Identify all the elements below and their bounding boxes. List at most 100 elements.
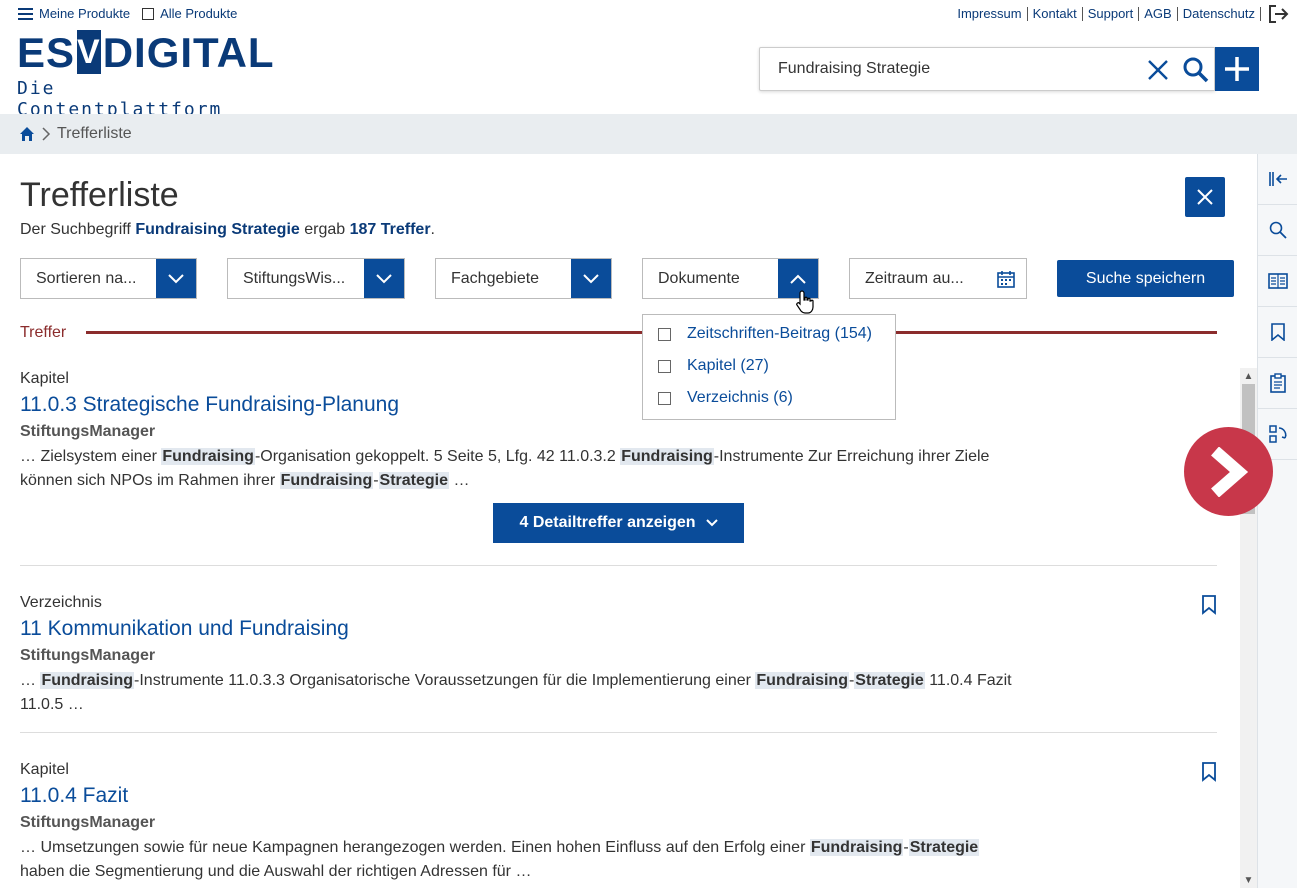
documents-dropdown: Zeitschriften-Beitrag (154) Kapitel (27)… bbox=[642, 314, 896, 420]
result-snippet: … Fundraising-Instrumente 11.0.3.3 Organ… bbox=[20, 669, 1020, 717]
esv-digital-logo[interactable]: ES V DIGITAL Die Contentplattform bbox=[17, 28, 274, 120]
hand-cursor-icon bbox=[796, 290, 814, 314]
search-icon bbox=[1269, 221, 1287, 239]
snippet-highlight: Fundraising bbox=[161, 448, 255, 465]
subject-select[interactable]: Fachgebiete bbox=[435, 258, 612, 299]
bookmark-icon[interactable] bbox=[1201, 595, 1217, 615]
snippet-text: - bbox=[373, 472, 379, 489]
chevron-up-icon bbox=[790, 274, 806, 284]
result-title-link[interactable]: 11.0.4 Fazit bbox=[20, 784, 1217, 808]
option-label: Kapitel (27) bbox=[687, 357, 769, 374]
all-products-toggle[interactable]: Alle Produkte bbox=[142, 6, 237, 21]
dropdown-option-verzeichnis[interactable]: Verzeichnis (6) bbox=[658, 389, 793, 407]
bookmark-icon[interactable] bbox=[1201, 762, 1217, 782]
agb-link[interactable]: AGB bbox=[1139, 7, 1178, 21]
checkbox-icon[interactable] bbox=[142, 7, 155, 20]
snippet-text: … Zielsystem einer bbox=[20, 448, 162, 465]
kontakt-link[interactable]: Kontakt bbox=[1028, 7, 1083, 21]
result-title-link[interactable]: 11.0.3 Strategische Fundraising-Planung bbox=[20, 393, 1217, 417]
search-value[interactable]: Fundraising Strategie bbox=[778, 60, 930, 78]
summary-middle: ergab bbox=[299, 221, 350, 238]
save-search-button[interactable]: Suche speichern bbox=[1057, 260, 1234, 297]
logo-v: V bbox=[77, 30, 101, 74]
my-products-label: Meine Produkte bbox=[39, 6, 131, 21]
plus-icon bbox=[1225, 57, 1249, 81]
summary-term: Fundraising Strategie bbox=[135, 221, 300, 238]
sidebar-bookmarks-button[interactable] bbox=[1258, 307, 1297, 358]
snippet-highlight: Strategie bbox=[854, 672, 925, 689]
sort-select-value: Sortieren na... bbox=[36, 269, 137, 287]
datenschutz-link[interactable]: Datenschutz bbox=[1178, 7, 1261, 21]
collapse-left-icon bbox=[1269, 172, 1287, 186]
snippet-highlight: Fundraising bbox=[40, 672, 135, 689]
book-icon bbox=[1268, 273, 1288, 289]
snippet-text: haben die Segmentierung und die Auswahl … bbox=[20, 863, 532, 880]
sort-toggle[interactable] bbox=[156, 259, 196, 298]
breadcrumb: Trefferliste bbox=[0, 114, 1297, 154]
summary-count: 187 Treffer bbox=[349, 221, 431, 238]
snippet-text: … Umsetzungen sowie für neue Kampagnen h… bbox=[20, 839, 810, 856]
logo-es: ES bbox=[17, 29, 76, 76]
product-select-value: StiftungsWis... bbox=[243, 269, 346, 287]
checkbox-icon[interactable] bbox=[658, 391, 671, 405]
page-title: Trefferliste bbox=[20, 176, 179, 214]
documents-select[interactable]: Dokumente bbox=[642, 258, 819, 299]
result-type: Kapitel bbox=[20, 370, 69, 387]
home-icon[interactable] bbox=[19, 126, 35, 142]
result-title-link[interactable]: 11 Kommunikation und Fundraising bbox=[20, 617, 1217, 641]
subject-toggle[interactable] bbox=[571, 259, 611, 298]
period-select[interactable]: Zeitraum au... bbox=[849, 258, 1027, 299]
result-type: Verzeichnis bbox=[20, 594, 102, 611]
footer-links: Impressum Kontakt Support AGB Datenschut… bbox=[952, 4, 1289, 24]
scroll-up-icon[interactable]: ▲ bbox=[1240, 368, 1257, 384]
calendar-button[interactable] bbox=[986, 270, 1026, 288]
collapse-panel-button[interactable] bbox=[1258, 154, 1297, 205]
chevron-down-icon bbox=[376, 273, 392, 283]
result-snippet: … Umsetzungen sowie für neue Kampagnen h… bbox=[20, 836, 1020, 884]
impressum-link[interactable]: Impressum bbox=[952, 7, 1028, 21]
scroll-down-icon[interactable]: ▼ bbox=[1240, 872, 1257, 888]
snippet-text: - bbox=[903, 839, 909, 856]
chevron-down-icon bbox=[705, 519, 718, 527]
sidebar-search-button[interactable] bbox=[1258, 205, 1297, 256]
top-bar: Meine Produkte Alle Produkte Impressum K… bbox=[0, 0, 1297, 120]
snippet-text: … bbox=[449, 472, 470, 489]
detail-button-label: 4 Detailtreffer anzeigen bbox=[519, 514, 696, 531]
add-search-button[interactable] bbox=[1215, 47, 1259, 91]
checkbox-icon[interactable] bbox=[658, 327, 671, 341]
snippet-highlight: Strategie bbox=[908, 839, 980, 856]
option-label: Verzeichnis (6) bbox=[687, 389, 793, 406]
dropdown-option-zeitschriften[interactable]: Zeitschriften-Beitrag (154) bbox=[658, 325, 872, 343]
support-link[interactable]: Support bbox=[1083, 7, 1140, 21]
search-input[interactable]: Fundraising Strategie bbox=[759, 47, 1215, 91]
sidebar-toc-button[interactable] bbox=[1258, 256, 1297, 307]
close-results-button[interactable] bbox=[1185, 177, 1225, 217]
section-label: Treffer bbox=[20, 324, 67, 341]
snippet-text: -Instrumente 11.0.3.3 Organisatorische V… bbox=[134, 672, 756, 689]
main-content: Trefferliste Der Suchbegriff Fundraising… bbox=[0, 154, 1257, 888]
clear-icon[interactable] bbox=[1146, 58, 1170, 82]
option-label: Zeitschriften-Beitrag (154) bbox=[687, 325, 872, 342]
checkbox-icon[interactable] bbox=[658, 359, 671, 373]
result-divider bbox=[20, 732, 1217, 733]
chevron-down-icon bbox=[168, 273, 184, 283]
top-left-links: Meine Produkte Alle Produkte bbox=[18, 6, 237, 21]
logout-icon[interactable] bbox=[1267, 4, 1289, 24]
show-detail-hits-button[interactable]: 4 Detailtreffer anzeigen bbox=[493, 503, 744, 543]
dropdown-option-kapitel[interactable]: Kapitel (27) bbox=[658, 357, 769, 375]
next-arrow-button[interactable] bbox=[1184, 427, 1273, 516]
calendar-icon bbox=[997, 270, 1015, 288]
result-source: StiftungsManager bbox=[20, 814, 156, 831]
sort-select[interactable]: Sortieren na... bbox=[20, 258, 197, 299]
product-select[interactable]: StiftungsWis... bbox=[227, 258, 405, 299]
period-select-value: Zeitraum au... bbox=[865, 269, 964, 287]
snippet-highlight: Fundraising bbox=[279, 472, 374, 489]
result-source: StiftungsManager bbox=[20, 423, 156, 440]
right-toolbar bbox=[1257, 154, 1297, 888]
clipboard-icon bbox=[1270, 373, 1286, 393]
sidebar-notes-button[interactable] bbox=[1258, 358, 1297, 409]
product-toggle[interactable] bbox=[364, 259, 404, 298]
search-icon[interactable] bbox=[1182, 56, 1210, 84]
result-snippet: … Zielsystem einer Fundraising-Organisat… bbox=[20, 445, 1020, 493]
my-products-link[interactable]: Meine Produkte bbox=[18, 6, 130, 21]
